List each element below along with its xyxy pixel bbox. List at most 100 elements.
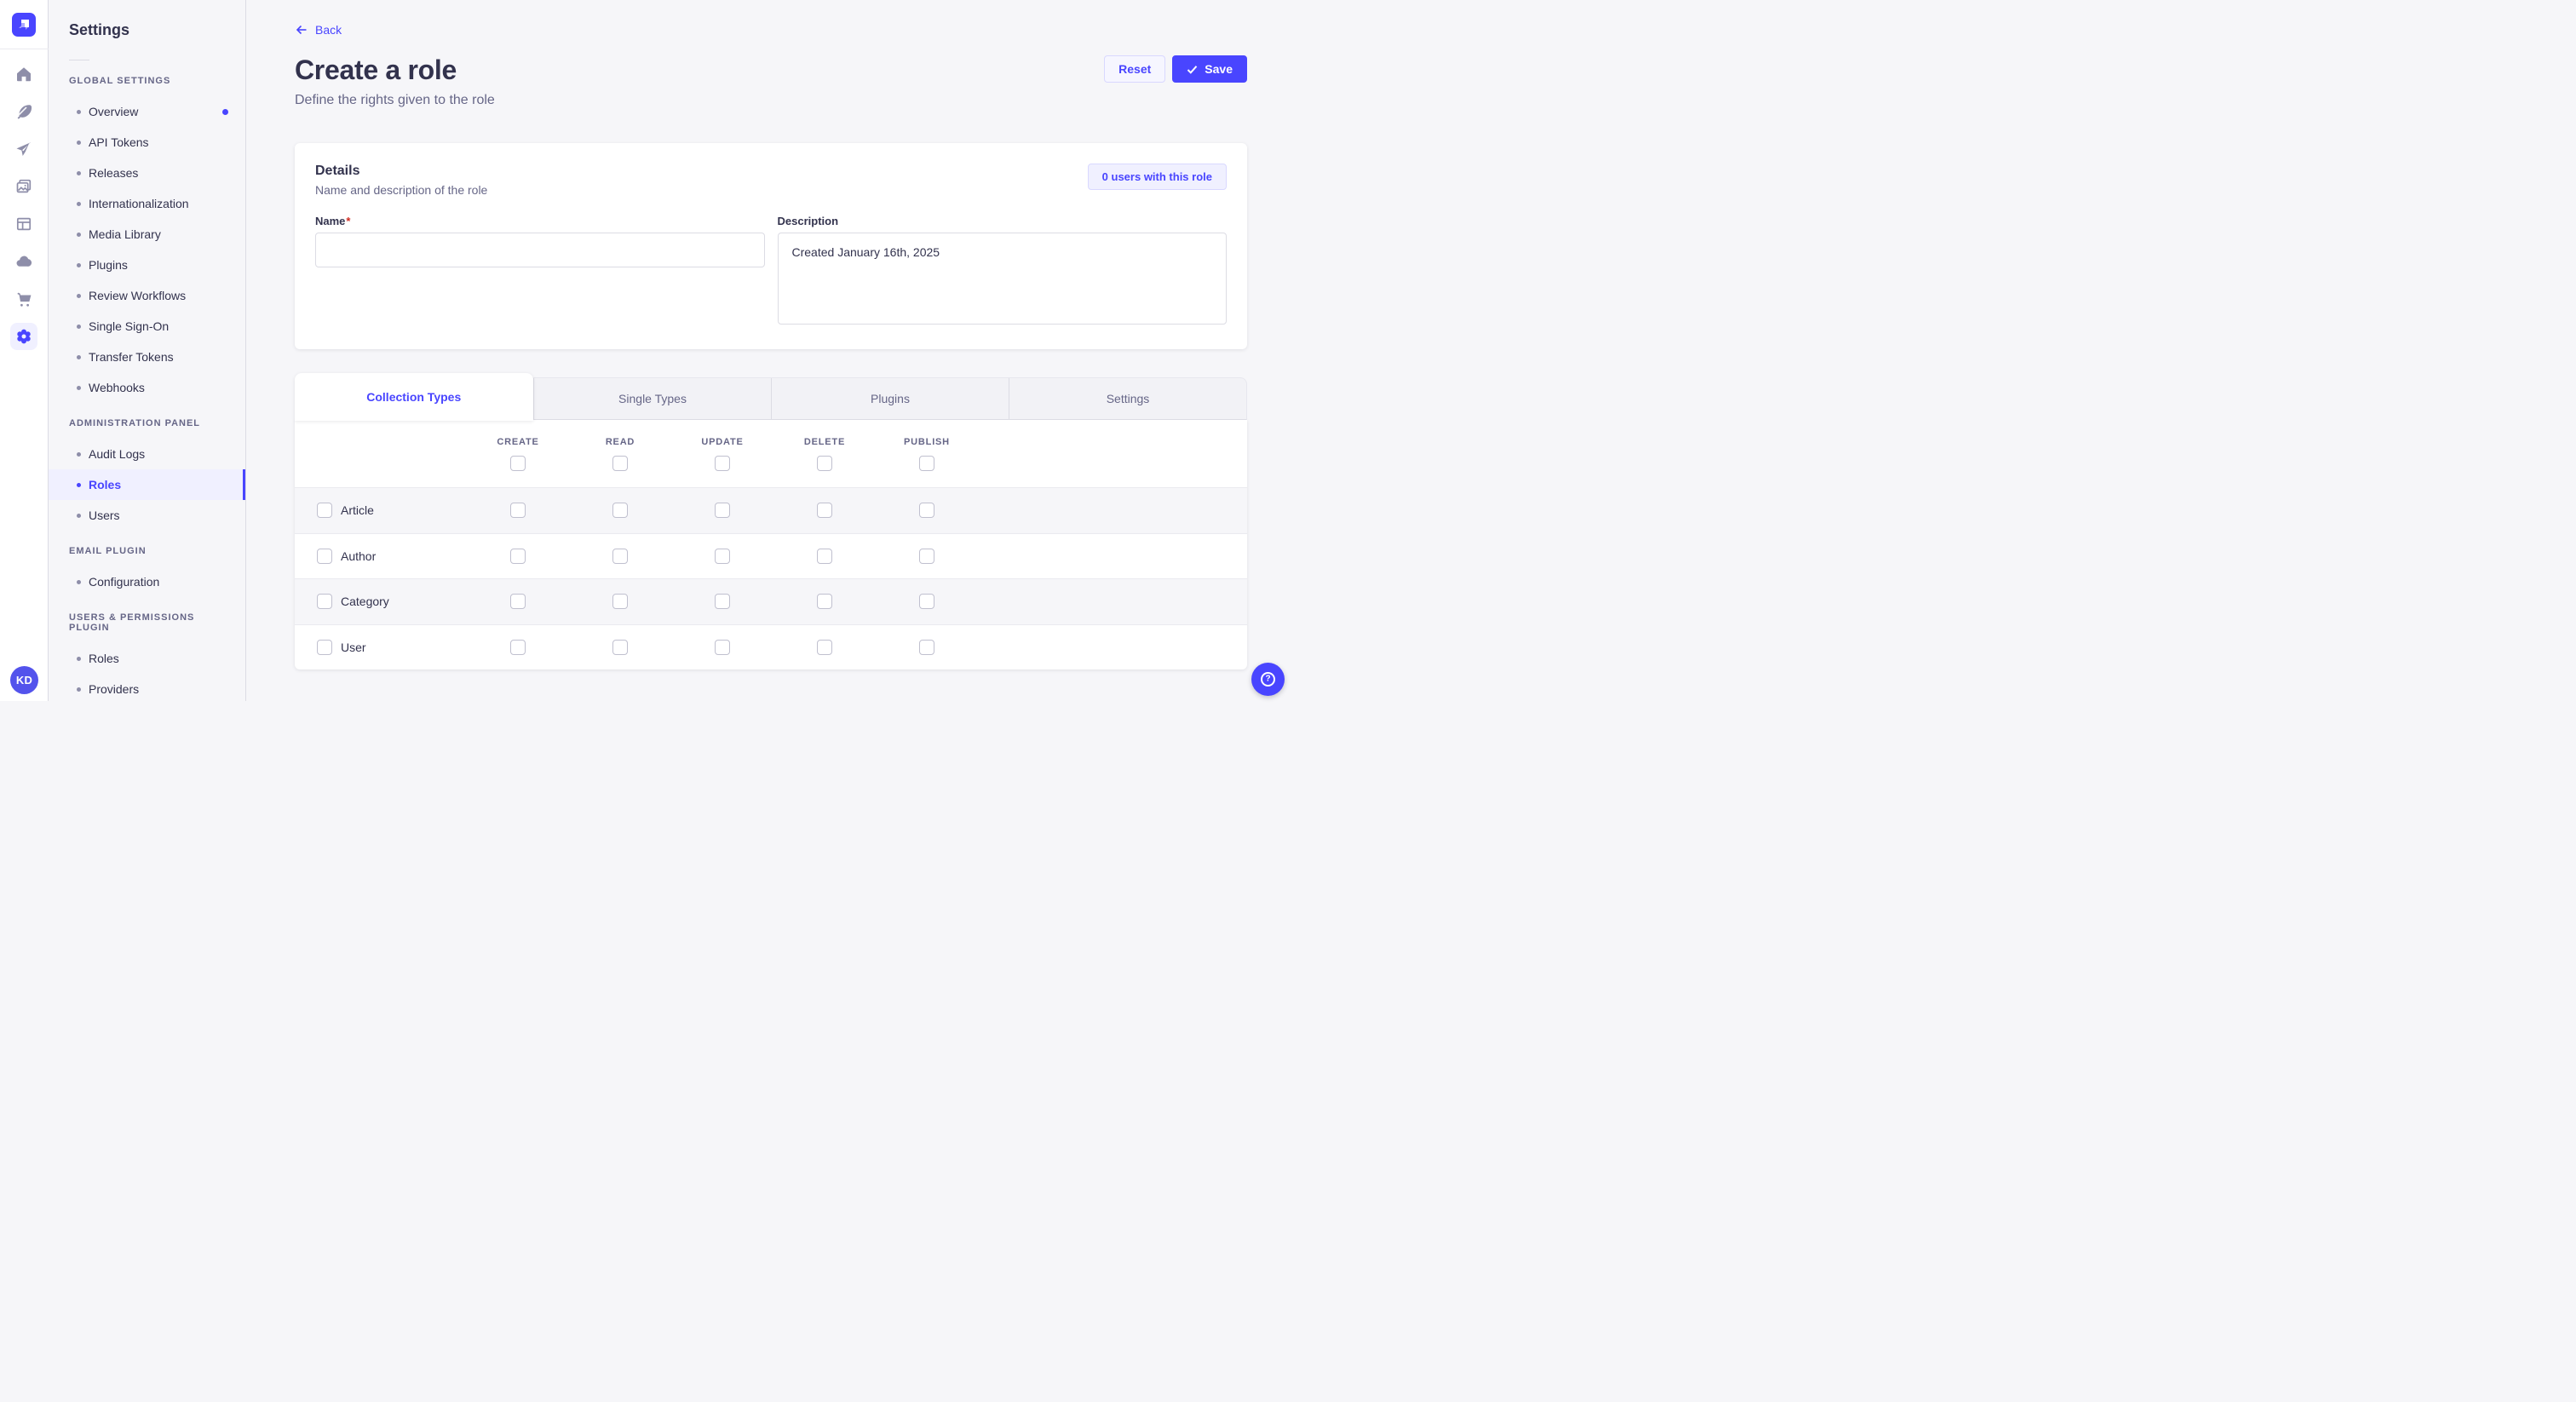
column-label: UPDATE: [701, 437, 743, 447]
marketplace-icon[interactable]: [10, 285, 37, 313]
sidebar-item-roles[interactable]: Roles: [49, 469, 245, 500]
sidebar-item-media-library[interactable]: Media Library: [49, 219, 245, 250]
permission-cell: [773, 549, 876, 564]
description-field-group: Description Created January 16th, 2025: [778, 215, 1228, 329]
home-icon[interactable]: [10, 60, 37, 88]
permission-checkbox[interactable]: [715, 549, 730, 564]
settings-sidebar: Settings GLOBAL SETTINGS Overview API To…: [49, 0, 246, 701]
sidebar-item-webhooks[interactable]: Webhooks: [49, 372, 245, 403]
sidebar-item-configuration[interactable]: Configuration: [49, 566, 245, 597]
sidebar-item-roles[interactable]: Roles: [49, 643, 245, 674]
bullet-icon: [77, 233, 81, 237]
releases-icon[interactable]: [10, 135, 37, 163]
sidebar-item-single-sign-on[interactable]: Single Sign-On: [49, 311, 245, 342]
permission-cell: [467, 503, 569, 518]
permission-cell: [876, 549, 978, 564]
sidebar-item-api-tokens[interactable]: API Tokens: [49, 127, 245, 158]
row-label: User: [341, 641, 366, 654]
avatar[interactable]: KD: [10, 666, 38, 694]
select-all-checkbox[interactable]: [817, 456, 832, 471]
bullet-icon: [77, 687, 81, 692]
sidebar-item-users[interactable]: Users: [49, 500, 245, 531]
select-all-checkbox[interactable]: [510, 456, 526, 471]
sidebar-sections: GLOBAL SETTINGS Overview API Tokens Rele…: [49, 76, 245, 704]
permissions-table-header: CREATE READ UPDATE DELETE PUBLISH: [295, 420, 1247, 487]
users-with-role-button[interactable]: 0 users with this role: [1088, 164, 1227, 190]
sidebar-item-audit-logs[interactable]: Audit Logs: [49, 439, 245, 469]
permission-checkbox[interactable]: [715, 594, 730, 609]
select-all-checkbox[interactable]: [612, 456, 628, 471]
sidebar-section-label: GLOBAL SETTINGS: [69, 76, 225, 86]
back-link[interactable]: Back: [295, 23, 342, 37]
tab-single-types[interactable]: Single Types: [533, 378, 771, 419]
details-card: Details Name and description of the role…: [295, 143, 1247, 349]
sidebar-item-overview[interactable]: Overview: [49, 96, 245, 127]
sidebar-item-review-workflows[interactable]: Review Workflows: [49, 280, 245, 311]
permission-cell: [773, 594, 876, 609]
sidebar-item-plugins[interactable]: Plugins: [49, 250, 245, 280]
save-label: Save: [1205, 62, 1233, 76]
table-row: Article: [295, 487, 1247, 533]
sidebar-item-label: Media Library: [89, 227, 161, 241]
bullet-icon: [77, 263, 81, 267]
notification-dot-icon: [222, 109, 228, 115]
permission-checkbox[interactable]: [510, 549, 526, 564]
sidebar-item-label: Audit Logs: [89, 447, 145, 461]
select-all-checkbox[interactable]: [919, 456, 934, 471]
sidebar-section-label: EMAIL PLUGIN: [69, 546, 225, 556]
content-type-builder-icon[interactable]: [10, 210, 37, 238]
help-button[interactable]: ?: [1251, 663, 1285, 696]
permission-checkbox[interactable]: [919, 640, 934, 655]
sidebar-item-label: Users: [89, 509, 120, 522]
content-manager-icon[interactable]: [10, 98, 37, 125]
permission-checkbox[interactable]: [817, 594, 832, 609]
tab-plugins[interactable]: Plugins: [771, 378, 1009, 419]
permission-cell: [467, 640, 569, 655]
permission-cell: [876, 503, 978, 518]
bullet-icon: [77, 171, 81, 175]
permission-cell: [467, 594, 569, 609]
permissions-card: Single TypesPluginsSettings Collection T…: [295, 373, 1247, 669]
sidebar-item-label: Internationalization: [89, 197, 189, 210]
row-checkbox[interactable]: [317, 503, 332, 518]
permission-checkbox[interactable]: [817, 503, 832, 518]
reset-button[interactable]: Reset: [1104, 55, 1165, 83]
name-input[interactable]: [315, 233, 765, 267]
permission-checkbox[interactable]: [919, 594, 934, 609]
row-checkbox[interactable]: [317, 549, 332, 564]
permission-checkbox[interactable]: [919, 503, 934, 518]
settings-icon[interactable]: [10, 323, 37, 350]
select-all-checkbox[interactable]: [715, 456, 730, 471]
permission-checkbox[interactable]: [612, 594, 628, 609]
sidebar-item-label: Roles: [89, 478, 121, 491]
row-checkbox[interactable]: [317, 594, 332, 609]
table-row: Author: [295, 533, 1247, 579]
permission-checkbox[interactable]: [817, 549, 832, 564]
permission-checkbox[interactable]: [612, 549, 628, 564]
media-library-icon[interactable]: [10, 173, 37, 200]
sidebar-item-providers[interactable]: Providers: [49, 674, 245, 704]
tab-settings[interactable]: Settings: [1009, 378, 1246, 419]
cloud-icon[interactable]: [10, 248, 37, 275]
strapi-logo-icon[interactable]: [12, 13, 36, 37]
permission-checkbox[interactable]: [612, 503, 628, 518]
sidebar-item-internationalization[interactable]: Internationalization: [49, 188, 245, 219]
permission-cell: [569, 594, 671, 609]
permission-checkbox[interactable]: [510, 640, 526, 655]
column-label: PUBLISH: [904, 437, 950, 447]
permission-checkbox[interactable]: [715, 503, 730, 518]
permission-cell: [671, 549, 773, 564]
permission-checkbox[interactable]: [715, 640, 730, 655]
permission-checkbox[interactable]: [510, 594, 526, 609]
description-textarea[interactable]: Created January 16th, 2025: [778, 233, 1228, 325]
sidebar-item-transfer-tokens[interactable]: Transfer Tokens: [49, 342, 245, 372]
permission-checkbox[interactable]: [919, 549, 934, 564]
permission-checkbox[interactable]: [817, 640, 832, 655]
permission-checkbox[interactable]: [612, 640, 628, 655]
bullet-icon: [77, 294, 81, 298]
permission-checkbox[interactable]: [510, 503, 526, 518]
tab-collection-types[interactable]: Collection Types: [295, 373, 533, 421]
save-button[interactable]: Save: [1172, 55, 1247, 83]
row-checkbox[interactable]: [317, 640, 332, 655]
sidebar-item-releases[interactable]: Releases: [49, 158, 245, 188]
